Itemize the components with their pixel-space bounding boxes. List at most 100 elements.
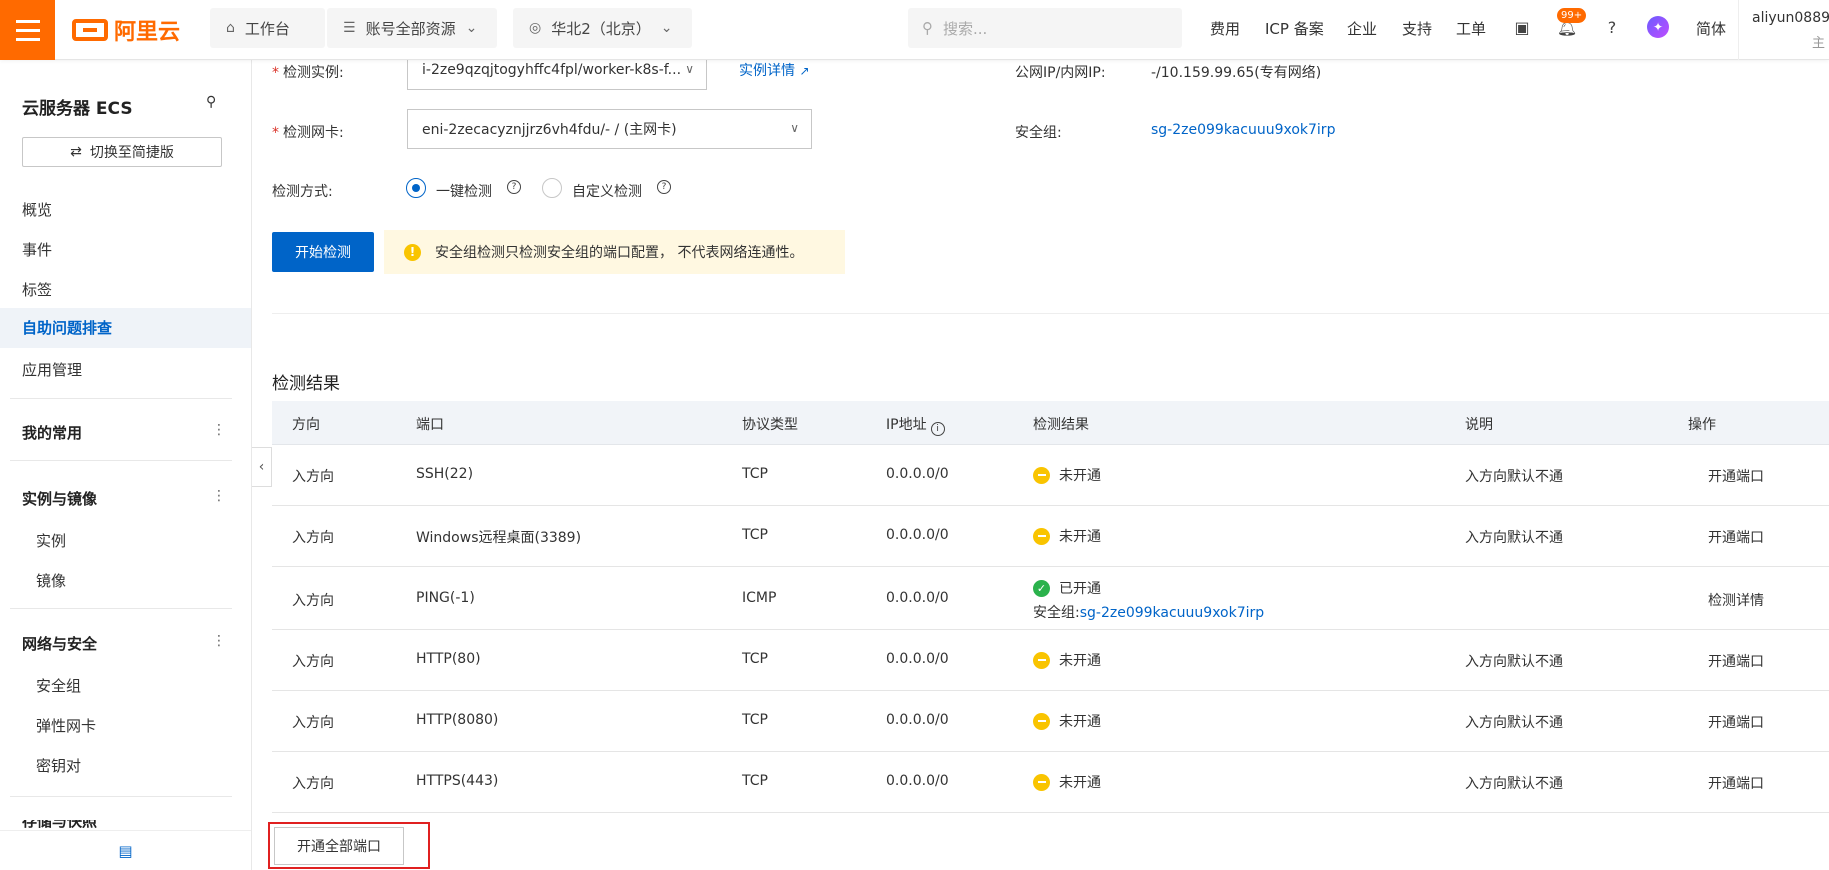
cell-note: 入方向默认不通 (1465, 776, 1563, 792)
cell-protocol: TCP (742, 527, 768, 543)
cell-ip: 0.0.0.0/0 (886, 527, 949, 543)
nic-label: * 检测网卡: (272, 125, 344, 141)
cell-status: 未开通 (1033, 526, 1101, 546)
cell-port: HTTP(80) (416, 651, 481, 667)
workbench-label: 工作台 (244, 19, 290, 38)
open-port-link[interactable]: 开通端口 (1708, 773, 1764, 793)
sidebar-item-events[interactable]: 事件 (22, 239, 52, 260)
sidebar-item-images[interactable]: 镜像 (36, 570, 66, 591)
billing-link[interactable]: 费用 (1210, 18, 1240, 39)
one-click-radio[interactable] (406, 178, 426, 198)
user-account[interactable]: aliyun08897 (1752, 10, 1829, 26)
region-label: 华北2（北京） (551, 19, 651, 38)
brand-logo[interactable]: 阿里云 (72, 14, 180, 46)
cell-protocol: TCP (742, 651, 768, 667)
group-favorites[interactable]: 我的常用 (22, 422, 82, 443)
info-icon: i (930, 422, 945, 436)
check-detail-link[interactable]: 检测详情 (1708, 590, 1764, 610)
more-icon[interactable]: ⋮ (212, 633, 226, 649)
language-switch[interactable]: 简体 (1696, 18, 1726, 39)
cell-direction: 入方向 (292, 654, 334, 670)
cell-port: SSH(22) (416, 466, 474, 482)
security-group-link[interactable]: sg-2ze099kacuuu9xok7irp (1080, 605, 1264, 621)
cell-ip: 0.0.0.0/0 (886, 590, 949, 606)
one-click-label: 一键检测 (436, 184, 492, 200)
custom-radio[interactable] (542, 178, 562, 198)
col-result: 检测结果 (1033, 417, 1089, 433)
status-closed-icon (1033, 712, 1050, 730)
open-port-link[interactable]: 开通端口 (1708, 712, 1764, 732)
sg-label: 安全组: (1015, 125, 1062, 141)
ip-label: 公网IP/内网IP: (1015, 65, 1106, 81)
cell-protocol: ICMP (742, 590, 777, 606)
feedback-icon[interactable]: ▤ (0, 830, 251, 870)
cell-status: 未开通 (1033, 650, 1101, 670)
cell-port: HTTP(8080) (416, 712, 499, 728)
table-row: 入方向 Windows远程桌面(3389) TCP 0.0.0.0/0 未开通 … (272, 506, 1829, 567)
ai-assistant-icon[interactable]: ✦ (1647, 16, 1669, 38)
col-protocol: 协议类型 (742, 417, 798, 433)
sidebar-item-keypairs[interactable]: 密钥对 (36, 755, 81, 776)
support-link[interactable]: 支持 (1402, 18, 1432, 39)
table-header: 方向 端口 协议类型 IP地址 i 检测结果 说明 操作 (272, 401, 1829, 445)
search-input[interactable]: ⚲ 搜索... (908, 8, 1182, 48)
user-role: 主 (1812, 36, 1826, 51)
switch-label: 切换至简捷版 (89, 145, 174, 161)
sidebar-item-overview[interactable]: 概览 (22, 199, 52, 220)
open-port-link[interactable]: 开通端口 (1708, 527, 1764, 547)
group-network-security[interactable]: 网络与安全 (22, 633, 97, 654)
security-group-link[interactable]: sg-2ze099kacuuu9xok7irp (1151, 122, 1335, 138)
start-check-button[interactable]: 开始检测 (272, 232, 374, 272)
workbench-button[interactable]: ⌂ 工作台 (210, 8, 325, 48)
cell-protocol: TCP (742, 466, 768, 482)
region-dropdown[interactable]: ◎ 华北2（北京） ⌄ (513, 8, 692, 48)
sidebar-search-icon[interactable]: ⚲ (206, 94, 216, 110)
sidebar-item-eni[interactable]: 弹性网卡 (36, 715, 96, 736)
open-port-link[interactable]: 开通端口 (1708, 651, 1764, 671)
resources-dropdown[interactable]: ☰ 账号全部资源 ⌄ (327, 8, 497, 48)
icp-link[interactable]: ICP 备案 (1265, 18, 1324, 39)
instance-detail-link[interactable]: 实例详情 ↗ (739, 60, 810, 80)
table-row: 入方向 SSH(22) TCP 0.0.0.0/0 未开通 入方向默认不通 开通… (272, 445, 1829, 506)
col-port: 端口 (416, 417, 444, 433)
open-port-link[interactable]: 开通端口 (1708, 466, 1764, 486)
brand-name: 阿里云 (114, 20, 181, 45)
more-icon[interactable]: ⋮ (212, 422, 226, 438)
help-icon[interactable]: ? (507, 180, 521, 194)
home-icon: ⌂ (226, 20, 235, 36)
cell-direction: 入方向 (292, 469, 334, 485)
enterprise-link[interactable]: 企业 (1347, 18, 1377, 39)
notice-text: 安全组检测只检测安全组的端口配置， 不代表网络连通性。 (435, 245, 804, 261)
cell-port: Windows远程桌面(3389) (416, 530, 582, 546)
help-icon[interactable]: ? (1601, 16, 1623, 38)
more-icon[interactable]: ⋮ (212, 488, 226, 504)
cell-port: HTTPS(443) (416, 773, 499, 789)
terminal-icon[interactable]: ▣ (1511, 16, 1533, 38)
col-note: 说明 (1465, 417, 1493, 433)
cell-direction: 入方向 (292, 715, 334, 731)
list-icon: ☰ (343, 20, 356, 36)
status-closed-icon (1033, 773, 1050, 791)
custom-label: 自定义检测 (572, 184, 642, 200)
sidebar-item-troubleshoot[interactable]: 自助问题排查 (0, 308, 251, 348)
sidebar-item-tags[interactable]: 标签 (22, 279, 52, 300)
ticket-link[interactable]: 工单 (1456, 18, 1486, 39)
top-bar: 阿里云 ⌂ 工作台 ☰ 账号全部资源 ⌄ ◎ 华北2（北京） ⌄ ⚲ 搜索...… (0, 0, 1829, 60)
sidebar-item-security-groups[interactable]: 安全组 (36, 675, 81, 696)
cell-note: 入方向默认不通 (1465, 469, 1563, 485)
cell-note: 入方向默认不通 (1465, 715, 1563, 731)
sidebar-item-instances[interactable]: 实例 (36, 530, 66, 551)
cell-protocol: TCP (742, 773, 768, 789)
sidebar-item-app-management[interactable]: 应用管理 (22, 359, 82, 380)
nic-select[interactable]: eni-2zecacyznjjrz6vh4fdu/- / (主网卡) ∨ (407, 109, 812, 149)
group-storage-snapshots[interactable]: 存储与快照 (22, 820, 97, 828)
ip-value: -/10.159.99.65(专有网络) (1151, 65, 1322, 81)
group-instances-images[interactable]: 实例与镜像 (22, 488, 97, 509)
resources-label: 账号全部资源 (365, 19, 456, 38)
help-icon[interactable]: ? (657, 180, 671, 194)
switch-simple-button[interactable]: ⇄ 切换至简捷版 (22, 137, 222, 167)
menu-icon[interactable] (0, 0, 55, 60)
chevron-down-icon: ⌄ (465, 20, 478, 36)
collapse-sidebar-icon[interactable]: ‹ (252, 447, 272, 487)
open-all-ports-button[interactable]: 开通全部端口 (274, 827, 404, 865)
